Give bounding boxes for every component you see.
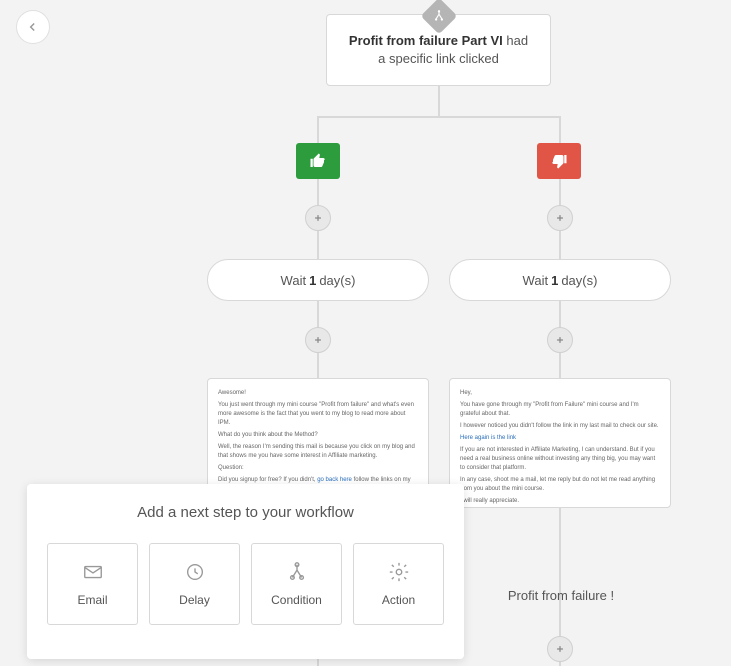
email-line: Here again is the link	[460, 434, 660, 443]
email-line: Question:	[218, 464, 418, 473]
popup-options: Email Delay Condition Action	[47, 543, 444, 625]
wait-text: Wait	[523, 273, 549, 288]
popup-title: Add a next step to your workflow	[47, 504, 444, 521]
condition-text: Profit from failure Part VI had a specif…	[347, 32, 530, 68]
gear-icon	[388, 561, 410, 583]
step-option-action[interactable]: Action	[353, 543, 444, 625]
thumbs-up-icon	[309, 152, 327, 170]
thumbs-down-icon	[550, 152, 568, 170]
email-node-right[interactable]: Hey, You have gone through my "Profit fr…	[449, 378, 671, 508]
wait-node-left[interactable]: Wait 1 day(s)	[207, 259, 429, 301]
email-line: If you are not interested in Affiliate M…	[460, 446, 660, 473]
add-step-button[interactable]	[547, 636, 573, 662]
step-option-label: Email	[77, 593, 107, 607]
condition-node[interactable]: Profit from failure Part VI had a specif…	[326, 14, 551, 86]
step-option-delay[interactable]: Delay	[149, 543, 240, 625]
clock-icon	[184, 561, 206, 583]
step-option-label: Delay	[179, 593, 210, 607]
condition-diamond-icon	[420, 0, 457, 34]
step-option-email[interactable]: Email	[47, 543, 138, 625]
email-icon	[82, 561, 104, 583]
email-line: What do you think about the Method?	[218, 431, 418, 440]
add-step-button[interactable]	[547, 205, 573, 231]
email-line: You just went through my mini course "Pr…	[218, 401, 418, 428]
wait-text: day(s)	[561, 273, 597, 288]
wait-text: Wait	[281, 273, 307, 288]
email-line: I will really appreciate.	[460, 497, 660, 506]
email-line: In any case, shoot me a mail, let me rep…	[460, 476, 660, 494]
wait-num: 1	[309, 273, 316, 288]
add-step-button[interactable]	[547, 327, 573, 353]
add-step-button[interactable]	[305, 205, 331, 231]
wait-node-right[interactable]: Wait 1 day(s)	[449, 259, 671, 301]
email-line: You have gone through my "Profit from Fa…	[460, 401, 660, 419]
add-step-popup: Add a next step to your workflow Email D…	[27, 484, 464, 659]
wait-num: 1	[551, 273, 558, 288]
email-line: I however noticed you didn't follow the …	[460, 422, 660, 431]
email-line: Well, the reason I'm sending this mail i…	[218, 443, 418, 461]
wait-text: day(s)	[319, 273, 355, 288]
email-node-title: Profit from failure !	[481, 588, 641, 603]
branch-no-badge	[537, 143, 581, 179]
step-option-label: Condition	[271, 593, 322, 607]
step-option-label: Action	[382, 593, 415, 607]
back-button[interactable]	[16, 10, 50, 44]
email-line: Hey,	[460, 389, 660, 398]
step-option-condition[interactable]: Condition	[251, 543, 342, 625]
arrow-left-icon	[26, 20, 40, 34]
branch-icon	[286, 561, 308, 583]
branch-yes-badge	[296, 143, 340, 179]
email-line: Awesome!	[218, 389, 418, 398]
add-step-button[interactable]	[305, 327, 331, 353]
